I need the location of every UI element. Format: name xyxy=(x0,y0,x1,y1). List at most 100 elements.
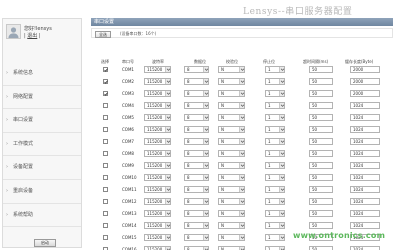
baud-rate-select[interactable]: 115200 xyxy=(144,162,171,169)
parity-select[interactable]: N xyxy=(218,210,245,217)
parity-select[interactable]: N xyxy=(218,138,245,145)
row-checkbox[interactable] xyxy=(103,187,108,192)
parity-select[interactable]: N xyxy=(218,162,245,169)
stop-bits-select[interactable]: 1 xyxy=(265,234,285,241)
baud-rate-select[interactable]: 115200 xyxy=(144,102,171,109)
buffer-length-input[interactable]: 1024 xyxy=(350,186,380,193)
baud-rate-select[interactable]: 115200 xyxy=(144,234,171,241)
timeout-input[interactable]: 50 xyxy=(309,126,333,133)
parity-select[interactable]: N xyxy=(218,66,245,73)
select-all-button[interactable]: 全选 xyxy=(95,30,111,38)
sidebar-item-restart-device[interactable]: › 重启设备 xyxy=(3,180,81,204)
buffer-length-input[interactable]: 1024 xyxy=(350,114,380,121)
row-checkbox[interactable] xyxy=(103,127,108,132)
data-bits-select[interactable]: 8 xyxy=(184,246,209,250)
data-bits-select[interactable]: 8 xyxy=(184,126,209,133)
timeout-input[interactable]: 50 xyxy=(309,114,333,121)
data-bits-select[interactable]: 8 xyxy=(184,186,209,193)
row-checkbox[interactable] xyxy=(103,211,108,216)
timeout-input[interactable]: 50 xyxy=(309,246,333,250)
stop-bits-select[interactable]: 1 xyxy=(265,162,285,169)
buffer-length-input[interactable]: 1024 xyxy=(350,126,380,133)
start-button[interactable]: 启动 xyxy=(34,239,56,247)
timeout-input[interactable]: 50 xyxy=(309,150,333,157)
timeout-input[interactable]: 50 xyxy=(309,210,333,217)
baud-rate-select[interactable]: 115200 xyxy=(144,138,171,145)
sidebar-item-device-config[interactable]: › 设备配置 xyxy=(3,156,81,180)
baud-rate-select[interactable]: 115200 xyxy=(144,174,171,181)
stop-bits-select[interactable]: 1 xyxy=(265,246,285,250)
data-bits-select[interactable]: 8 xyxy=(184,162,209,169)
timeout-input[interactable]: 50 xyxy=(309,90,333,97)
data-bits-select[interactable]: 8 xyxy=(184,234,209,241)
stop-bits-select[interactable]: 1 xyxy=(265,66,285,73)
stop-bits-select[interactable]: 1 xyxy=(265,90,285,97)
timeout-input[interactable]: 50 xyxy=(309,162,333,169)
sidebar-item-system-help[interactable]: › 系统帮助 xyxy=(3,204,81,228)
buffer-length-input[interactable]: 1024 xyxy=(350,150,380,157)
parity-select[interactable]: N xyxy=(218,198,245,205)
data-bits-select[interactable]: 8 xyxy=(184,222,209,229)
timeout-input[interactable]: 50 xyxy=(309,198,333,205)
parity-select[interactable]: N xyxy=(218,78,245,85)
stop-bits-select[interactable]: 1 xyxy=(265,222,285,229)
baud-rate-select[interactable]: 115200 xyxy=(144,222,171,229)
baud-rate-select[interactable]: 115200 xyxy=(144,150,171,157)
timeout-input[interactable]: 50 xyxy=(309,102,333,109)
stop-bits-select[interactable]: 1 xyxy=(265,114,285,121)
baud-rate-select[interactable]: 115200 xyxy=(144,126,171,133)
buffer-length-input[interactable]: 1024 xyxy=(350,174,380,181)
row-checkbox[interactable] xyxy=(103,151,108,156)
row-checkbox[interactable] xyxy=(103,223,108,228)
parity-select[interactable]: N xyxy=(218,102,245,109)
timeout-input[interactable]: 50 xyxy=(309,186,333,193)
baud-rate-select[interactable]: 115200 xyxy=(144,210,171,217)
data-bits-select[interactable]: 8 xyxy=(184,174,209,181)
row-checkbox[interactable] xyxy=(103,175,108,180)
buffer-length-input[interactable]: 1024 xyxy=(350,222,380,229)
baud-rate-select[interactable]: 115200 xyxy=(144,78,171,85)
stop-bits-select[interactable]: 1 xyxy=(265,174,285,181)
data-bits-select[interactable]: 8 xyxy=(184,90,209,97)
parity-select[interactable]: N xyxy=(218,150,245,157)
stop-bits-select[interactable]: 1 xyxy=(265,150,285,157)
parity-select[interactable]: N xyxy=(218,222,245,229)
row-checkbox[interactable] xyxy=(103,115,108,120)
buffer-length-input[interactable]: 1024 xyxy=(350,210,380,217)
stop-bits-select[interactable]: 1 xyxy=(265,186,285,193)
buffer-length-input[interactable]: 1024 xyxy=(350,138,380,145)
timeout-input[interactable]: 50 xyxy=(309,222,333,229)
stop-bits-select[interactable]: 1 xyxy=(265,138,285,145)
parity-select[interactable]: N xyxy=(218,126,245,133)
baud-rate-select[interactable]: 115200 xyxy=(144,66,171,73)
data-bits-select[interactable]: 8 xyxy=(184,114,209,121)
data-bits-select[interactable]: 8 xyxy=(184,78,209,85)
row-checkbox[interactable] xyxy=(103,199,108,204)
parity-select[interactable]: N xyxy=(218,114,245,121)
timeout-input[interactable]: 50 xyxy=(309,138,333,145)
stop-bits-select[interactable]: 1 xyxy=(265,78,285,85)
timeout-input[interactable]: 50 xyxy=(309,174,333,181)
sidebar-item-serial-settings[interactable]: › 串口设置 xyxy=(3,109,81,133)
stop-bits-select[interactable]: 1 xyxy=(265,198,285,205)
data-bits-select[interactable]: 8 xyxy=(184,210,209,217)
buffer-length-input[interactable]: 1024 xyxy=(350,102,380,109)
baud-rate-select[interactable]: 115200 xyxy=(144,114,171,121)
sidebar-item-network-config[interactable]: › 网络配置 xyxy=(3,86,81,110)
buffer-length-input[interactable]: 2000 xyxy=(350,78,380,85)
buffer-length-input[interactable]: 1024 xyxy=(350,246,380,250)
row-checkbox[interactable] xyxy=(103,163,108,168)
buffer-length-input[interactable]: 2000 xyxy=(350,90,380,97)
data-bits-select[interactable]: 8 xyxy=(184,66,209,73)
data-bits-select[interactable]: 8 xyxy=(184,138,209,145)
row-checkbox[interactable] xyxy=(103,67,108,72)
buffer-length-input[interactable]: 1024 xyxy=(350,162,380,169)
timeout-input[interactable]: 50 xyxy=(309,78,333,85)
row-checkbox[interactable] xyxy=(103,139,108,144)
row-checkbox[interactable] xyxy=(103,235,108,240)
buffer-length-input[interactable]: 1024 xyxy=(350,198,380,205)
stop-bits-select[interactable]: 1 xyxy=(265,102,285,109)
baud-rate-select[interactable]: 115200 xyxy=(144,198,171,205)
buffer-length-input[interactable]: 2000 xyxy=(350,66,380,73)
parity-select[interactable]: N xyxy=(218,186,245,193)
